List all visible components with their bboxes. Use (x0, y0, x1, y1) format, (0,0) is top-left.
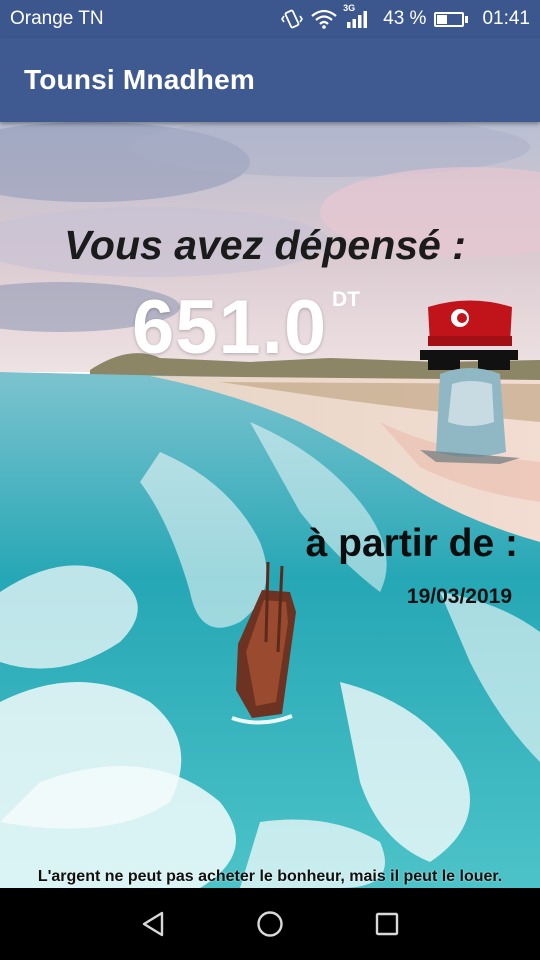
back-icon[interactable] (133, 904, 173, 944)
recents-icon[interactable] (367, 904, 407, 944)
app-title: Tounsi Mnadhem (24, 64, 255, 95)
since-label: à partir de : (305, 522, 518, 565)
spent-headline: Vous avez dépensé : (64, 222, 466, 268)
vibrate-icon (281, 8, 304, 30)
navigation-bar (0, 888, 540, 960)
since-date: 19/03/2019 (406, 585, 512, 608)
main-content: Vous avez dépensé : 651.0 DT à partir de… (0, 122, 540, 888)
battery-icon (434, 11, 469, 27)
network-type-label: 3G (343, 3, 356, 13)
carrier-name: Orange TN (10, 8, 104, 29)
currency-label: DT (332, 288, 360, 311)
quote-text: L'argent ne peut pas acheter le bonheur,… (37, 868, 503, 885)
spent-amount-group: 651.0 DT (132, 284, 360, 371)
signal-icon: 3G (343, 3, 369, 29)
home-icon[interactable] (250, 904, 290, 944)
status-bar: Orange TN 3G 43 % 01:41 (0, 0, 540, 38)
clock: 01:41 (482, 8, 530, 29)
wifi-icon (311, 9, 337, 29)
status-icons: 3G 43 % 01:41 (281, 3, 530, 30)
battery-percent: 43 % (383, 8, 427, 29)
app-bar: Tounsi Mnadhem (0, 38, 540, 122)
spent-amount: 651.0 (132, 285, 328, 370)
